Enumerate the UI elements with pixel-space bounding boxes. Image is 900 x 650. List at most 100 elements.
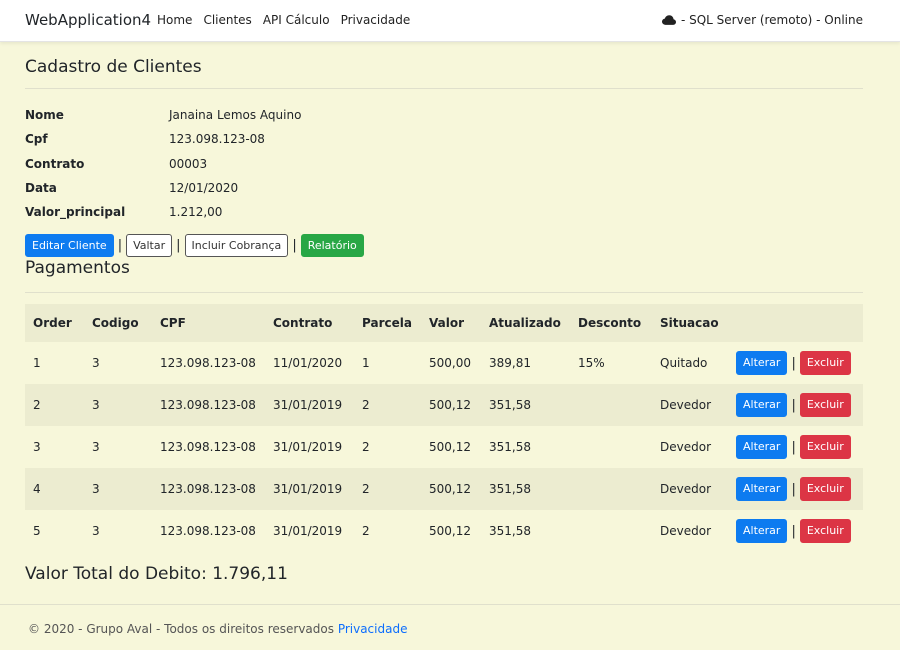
- connection-status-text: - SQL Server (remoto) - Online: [680, 13, 863, 27]
- cell-valor: 500,00: [421, 342, 481, 384]
- cell-valor: 500,12: [421, 426, 481, 468]
- detail-row-contrato: Contrato 00003: [25, 152, 625, 176]
- column-header: [728, 304, 863, 342]
- cell-contrato: 11/01/2020: [265, 342, 354, 384]
- cell-situacao: Devedor: [652, 468, 728, 510]
- alterar-button[interactable]: Alterar: [736, 519, 788, 543]
- cell-cpf: 123.098.123-08: [152, 384, 265, 426]
- cell-cpf: 123.098.123-08: [152, 426, 265, 468]
- separator: |: [791, 523, 796, 539]
- cell-order: 5: [25, 510, 84, 552]
- alterar-button[interactable]: Alterar: [736, 393, 788, 417]
- cell-contrato: 31/01/2019: [265, 468, 354, 510]
- table-row: 3 3 123.098.123-08 31/01/2019 2 500,12 3…: [25, 426, 863, 468]
- excluir-button[interactable]: Excluir: [799, 519, 851, 543]
- nav-link-home[interactable]: Home: [157, 13, 192, 27]
- cell-parcela: 1: [354, 342, 421, 384]
- cell-valor: 500,12: [421, 468, 481, 510]
- footer: © 2020 - Grupo Aval - Todos os direitos …: [0, 604, 900, 650]
- row-actions: Alterar | Excluir: [736, 351, 863, 375]
- column-header: Situacao: [652, 304, 728, 342]
- cell-parcela: 2: [354, 510, 421, 552]
- client-actions: Editar Cliente | Valtar | Incluir Cobran…: [25, 234, 364, 257]
- column-header: Desconto: [570, 304, 652, 342]
- cell-atualizado: 351,58: [481, 510, 570, 552]
- alterar-button[interactable]: Alterar: [736, 435, 788, 459]
- divider: [25, 88, 863, 89]
- row-actions: Alterar | Excluir: [736, 435, 863, 459]
- detail-value: 123.098.123-08: [169, 132, 265, 147]
- footer-privacy-link[interactable]: Privacidade: [338, 622, 408, 636]
- column-header: CPF: [152, 304, 265, 342]
- detail-value: 00003: [169, 156, 208, 171]
- separator: |: [176, 238, 181, 253]
- brand-link[interactable]: WebApplication4: [25, 11, 151, 29]
- cell-actions: Alterar | Excluir: [728, 510, 863, 552]
- detail-value: Janaina Lemos Aquino: [169, 108, 302, 123]
- divider: [25, 292, 863, 293]
- total-debt: Valor Total do Debito: 1.796,11: [25, 564, 288, 584]
- cell-actions: Alterar | Excluir: [728, 342, 863, 384]
- excluir-button[interactable]: Excluir: [799, 393, 851, 417]
- cell-valor: 500,12: [421, 510, 481, 552]
- separator: |: [791, 481, 796, 497]
- cell-codigo: 3: [84, 510, 152, 552]
- cell-contrato: 31/01/2019: [265, 384, 354, 426]
- cell-cpf: 123.098.123-08: [152, 468, 265, 510]
- cell-desconto: [570, 426, 652, 468]
- nav-link-privacidade[interactable]: Privacidade: [341, 13, 411, 27]
- excluir-button[interactable]: Excluir: [799, 351, 851, 375]
- separator: |: [791, 439, 796, 455]
- cell-desconto: [570, 510, 652, 552]
- client-details: Nome Janaina Lemos Aquino Cpf 123.098.12…: [25, 103, 625, 224]
- payments-table: Order Codigo CPF Contrato Parcela Valor …: [25, 304, 863, 552]
- separator: |: [791, 397, 796, 413]
- back-button[interactable]: Valtar: [126, 234, 173, 257]
- table-row: 4 3 123.098.123-08 31/01/2019 2 500,12 3…: [25, 468, 863, 510]
- cell-contrato: 31/01/2019: [265, 510, 354, 552]
- cell-actions: Alterar | Excluir: [728, 468, 863, 510]
- nav-link-api-calculo[interactable]: API Cálculo: [263, 13, 330, 27]
- table-row: 5 3 123.098.123-08 31/01/2019 2 500,12 3…: [25, 510, 863, 552]
- cell-codigo: 3: [84, 426, 152, 468]
- detail-label: Data: [25, 181, 57, 196]
- cell-desconto: 15%: [570, 342, 652, 384]
- column-header: Valor: [421, 304, 481, 342]
- detail-row-data: Data 12/01/2020: [25, 176, 625, 200]
- cell-parcela: 2: [354, 384, 421, 426]
- excluir-button[interactable]: Excluir: [799, 477, 851, 501]
- payments-title: Pagamentos: [25, 258, 130, 278]
- navbar: WebApplication4 Home Clientes API Cálcul…: [0, 0, 900, 42]
- excluir-button[interactable]: Excluir: [799, 435, 851, 459]
- cell-parcela: 2: [354, 468, 421, 510]
- cell-order: 3: [25, 426, 84, 468]
- add-charge-button[interactable]: Incluir Cobrança: [184, 234, 289, 257]
- detail-row-valor-principal: Valor_principal 1.212,00: [25, 200, 625, 224]
- table-row: 2 3 123.098.123-08 31/01/2019 2 500,12 3…: [25, 384, 863, 426]
- table-header-row: Order Codigo CPF Contrato Parcela Valor …: [25, 304, 863, 342]
- cell-atualizado: 389,81: [481, 342, 570, 384]
- cell-atualizado: 351,58: [481, 384, 570, 426]
- nav-links: Home Clientes API Cálculo Privacidade: [157, 13, 410, 27]
- detail-row-cpf: Cpf 123.098.123-08: [25, 127, 625, 151]
- separator: |: [292, 238, 297, 253]
- column-header: Atualizado: [481, 304, 570, 342]
- footer-text: © 2020 - Grupo Aval - Todos os direitos …: [28, 622, 407, 636]
- cell-situacao: Devedor: [652, 510, 728, 552]
- nav-link-clientes[interactable]: Clientes: [203, 13, 251, 27]
- detail-value: 12/01/2020: [169, 181, 239, 196]
- detail-value: 1.212,00: [169, 205, 223, 220]
- detail-label: Cpf: [25, 132, 48, 147]
- column-header: Codigo: [84, 304, 152, 342]
- cell-codigo: 3: [84, 384, 152, 426]
- edit-client-button[interactable]: Editar Cliente: [25, 234, 114, 257]
- report-button[interactable]: Relatório: [300, 234, 364, 257]
- alterar-button[interactable]: Alterar: [736, 351, 788, 375]
- cloud-icon: [661, 15, 676, 25]
- column-header: Order: [25, 304, 84, 342]
- cell-parcela: 2: [354, 426, 421, 468]
- row-actions: Alterar | Excluir: [736, 477, 863, 501]
- alterar-button[interactable]: Alterar: [736, 477, 788, 501]
- detail-label: Valor_principal: [25, 205, 126, 220]
- cell-codigo: 3: [84, 468, 152, 510]
